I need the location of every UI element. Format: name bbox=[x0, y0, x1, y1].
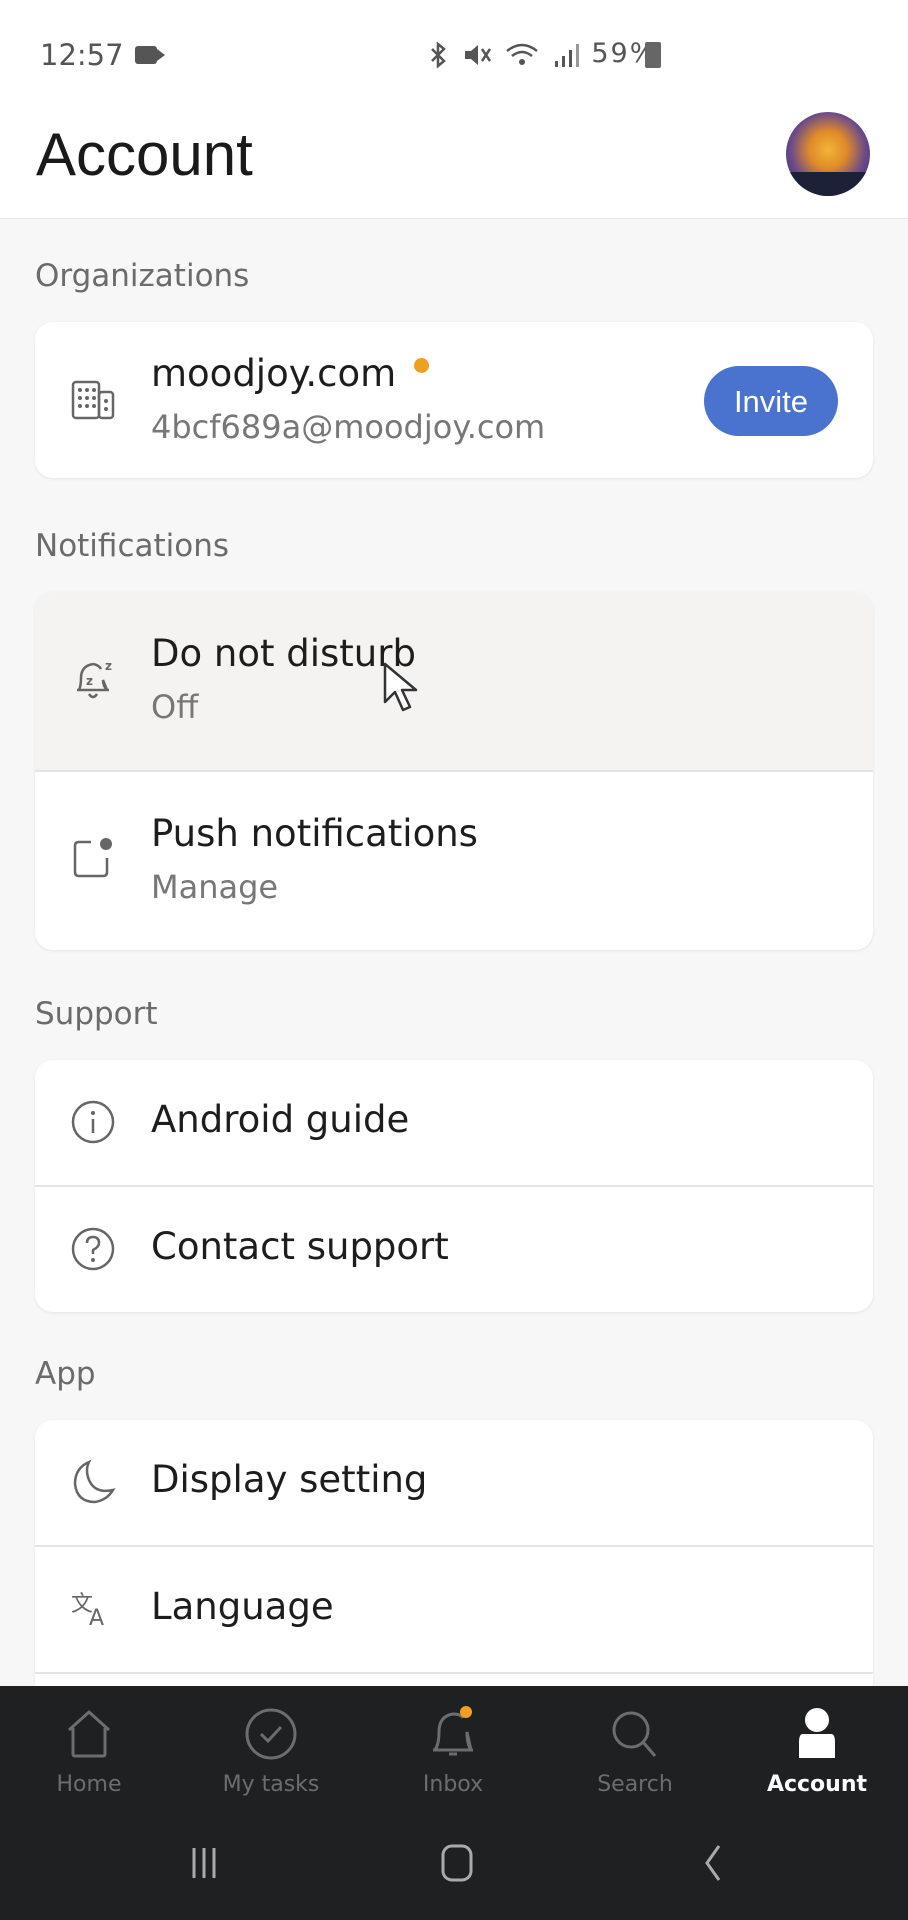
do-not-disturb-title: Do not disturb bbox=[151, 632, 416, 675]
display-setting-row[interactable]: Display setting bbox=[35, 1420, 873, 1547]
status-bar: 12:57 59% bbox=[0, 0, 908, 110]
search-icon bbox=[612, 1711, 657, 1757]
page-title: Account bbox=[36, 121, 253, 188]
inbox-badge bbox=[460, 1706, 472, 1718]
push-notifications-subtitle: Manage bbox=[151, 868, 279, 906]
svg-text:z: z bbox=[86, 674, 93, 688]
building-icon bbox=[71, 380, 115, 420]
info-icon bbox=[71, 1100, 115, 1144]
org-name: moodjoy.com bbox=[151, 352, 430, 395]
avatar[interactable] bbox=[786, 112, 870, 196]
wifi-icon bbox=[506, 43, 538, 65]
app-card: Display setting 文 A Language bbox=[35, 1420, 873, 1690]
android-guide-title: Android guide bbox=[151, 1098, 410, 1141]
push-notifications-title: Push notifications bbox=[151, 812, 478, 855]
page-header: Account bbox=[0, 110, 908, 219]
do-not-disturb-row[interactable]: z z Do not disturb Off bbox=[35, 592, 873, 772]
language-row[interactable]: 文 A Language bbox=[35, 1547, 873, 1674]
org-name-text: moodjoy.com bbox=[151, 352, 397, 395]
support-card: Android guide Contact support bbox=[35, 1060, 873, 1312]
status-time: 12:57 bbox=[40, 38, 124, 72]
display-setting-title: Display setting bbox=[151, 1458, 428, 1501]
org-status-dot bbox=[414, 357, 430, 373]
help-icon bbox=[71, 1227, 115, 1271]
section-label-app: App bbox=[35, 1356, 96, 1392]
nav-home[interactable]: Home bbox=[14, 1704, 164, 1797]
nav-my-tasks[interactable]: My tasks bbox=[196, 1704, 346, 1797]
recent-apps-icon[interactable] bbox=[174, 1838, 234, 1888]
section-label-support: Support bbox=[35, 996, 158, 1032]
contact-support-title: Contact support bbox=[151, 1225, 449, 1268]
person-icon bbox=[799, 1708, 835, 1758]
video-record-icon bbox=[135, 46, 165, 64]
nav-home-label: Home bbox=[56, 1772, 122, 1797]
invite-button[interactable]: Invite bbox=[704, 366, 838, 436]
do-not-disturb-status: Off bbox=[151, 688, 199, 726]
home-icon bbox=[67, 1710, 111, 1758]
back-icon[interactable] bbox=[683, 1838, 743, 1888]
section-label-notifications: Notifications bbox=[35, 528, 230, 564]
nav-search-label: Search bbox=[597, 1772, 673, 1797]
bell-icon bbox=[433, 1706, 473, 1756]
organization-card[interactable]: moodjoy.com 4bcf689a@moodjoy.com Invite bbox=[35, 322, 873, 478]
check-circle-icon bbox=[245, 1708, 297, 1760]
contact-support-row[interactable]: Contact support bbox=[35, 1187, 873, 1312]
bell-snooze-icon: z z bbox=[77, 659, 112, 699]
nav-inbox-label: Inbox bbox=[422, 1772, 484, 1797]
translate-icon: 文 A bbox=[71, 1592, 104, 1631]
push-notification-icon bbox=[73, 838, 112, 878]
nav-search[interactable]: Search bbox=[560, 1704, 710, 1797]
notifications-card: z z Do not disturb Off Push notification… bbox=[35, 592, 873, 950]
signal-icon bbox=[554, 43, 579, 67]
org-email: 4bcf689a@moodjoy.com bbox=[151, 408, 546, 446]
moon-icon bbox=[73, 1459, 116, 1504]
svg-text:A: A bbox=[89, 1606, 104, 1631]
nav-my-tasks-label: My tasks bbox=[222, 1772, 320, 1797]
home-button-icon[interactable] bbox=[427, 1838, 487, 1888]
mouse-cursor-icon bbox=[383, 662, 418, 712]
nav-account[interactable]: Account bbox=[742, 1704, 892, 1797]
mute-icon bbox=[464, 44, 491, 65]
nav-inbox[interactable]: Inbox bbox=[378, 1704, 528, 1797]
svg-text:z: z bbox=[105, 659, 112, 673]
language-title: Language bbox=[151, 1585, 334, 1628]
bottom-navigation: Home My tasks Inbox Search Account bbox=[0, 1686, 908, 1920]
bluetooth-icon bbox=[431, 40, 446, 69]
section-label-organizations: Organizations bbox=[35, 258, 250, 294]
push-notifications-row[interactable]: Push notifications Manage bbox=[35, 772, 873, 950]
status-icons: 59% bbox=[425, 38, 657, 69]
battery-icon bbox=[645, 42, 661, 68]
android-guide-row[interactable]: Android guide bbox=[35, 1060, 873, 1187]
nav-account-label: Account bbox=[766, 1772, 868, 1797]
